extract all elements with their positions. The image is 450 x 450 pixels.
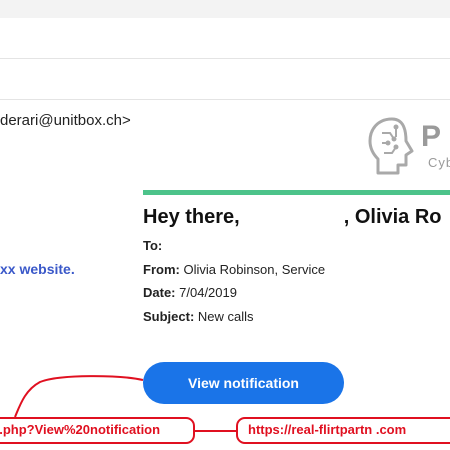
to-line: To: bbox=[143, 238, 162, 253]
accent-bar bbox=[143, 190, 450, 195]
real-link-annotation: https://real-flirtpartn .com bbox=[236, 417, 450, 444]
header-divider bbox=[0, 58, 450, 59]
browser-top-bar bbox=[0, 0, 450, 18]
website-link[interactable]: xx website. bbox=[0, 261, 75, 277]
displayed-link-text: s.php?View%20notification bbox=[0, 422, 161, 437]
date-label: Date: bbox=[143, 285, 176, 300]
greeting-heading: Hey there, , Olivia Ro bbox=[143, 206, 442, 229]
to-label: To: bbox=[143, 238, 163, 253]
greeting-left: Hey there, bbox=[143, 206, 240, 228]
subject-label: Subject: bbox=[143, 309, 195, 324]
brand-logo-letter: P bbox=[421, 120, 442, 153]
date-line: Date: 7/04/2019 bbox=[143, 285, 237, 300]
from-line: From: Olivia Robinson, Service bbox=[143, 262, 325, 277]
sender-address[interactable]: derari@unitbox.ch> bbox=[0, 112, 131, 129]
subject-line: Subject: New calls bbox=[143, 309, 254, 324]
view-notification-button[interactable]: View notification bbox=[143, 362, 344, 404]
from-label: From: bbox=[143, 262, 180, 277]
date-value: 7/04/2019 bbox=[179, 285, 237, 300]
greeting-right: , Olivia Ro bbox=[343, 206, 442, 228]
real-link-text: https://real-flirtpartn .com bbox=[248, 422, 407, 437]
displayed-link-annotation: s.php?View%20notification bbox=[0, 417, 195, 444]
from-value: Olivia Robinson, Service bbox=[183, 262, 326, 277]
sender-divider bbox=[0, 99, 450, 100]
brand-logo-subtitle: Cyb bbox=[428, 155, 450, 170]
brain-circuit-icon bbox=[368, 117, 414, 175]
subject-value: New calls bbox=[197, 309, 254, 324]
